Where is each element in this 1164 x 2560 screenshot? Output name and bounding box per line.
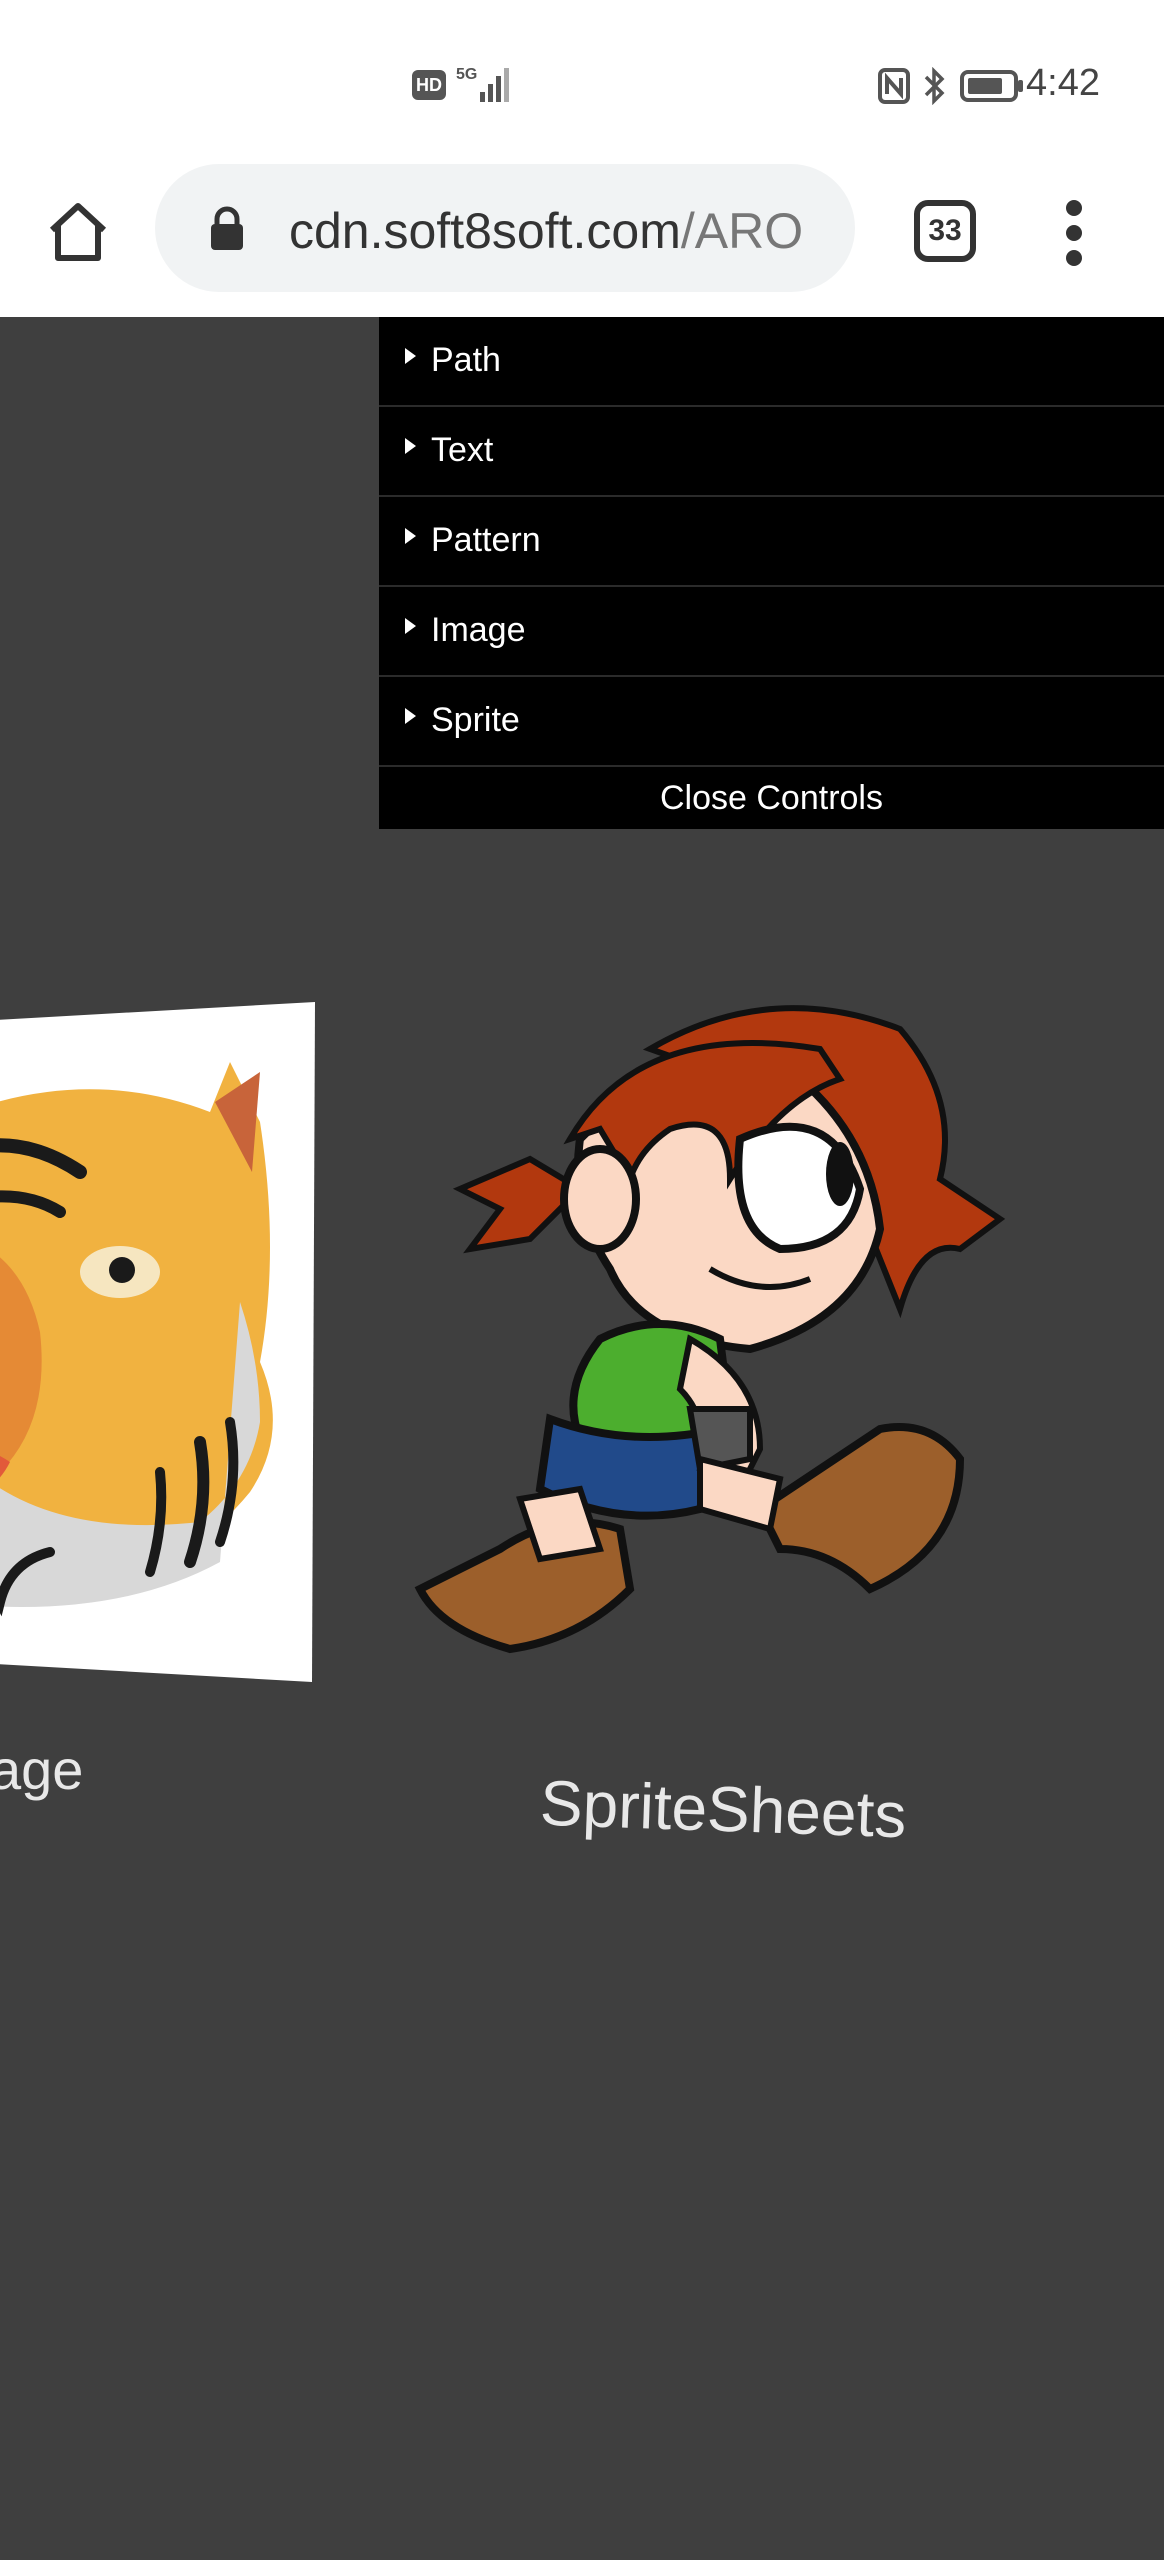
folder-pattern[interactable]: Pattern	[379, 497, 1164, 587]
expand-triangle-icon	[405, 708, 416, 724]
clock: 4:42	[1026, 62, 1100, 104]
image-caption: age	[0, 1738, 84, 1801]
folder-label: Sprite	[431, 701, 520, 739]
url-path: /ARO	[680, 203, 804, 258]
status-bar: HD 5G 4:42	[0, 0, 1164, 160]
bluetooth-icon	[924, 67, 945, 105]
signal-icon: 5G	[456, 66, 512, 104]
folder-image[interactable]: Image	[379, 587, 1164, 677]
tiger-image-plane	[0, 1002, 315, 1682]
expand-triangle-icon	[405, 438, 416, 454]
url-text[interactable]: cdn.soft8soft.com/ARO	[289, 202, 829, 258]
folder-label: Path	[431, 341, 501, 379]
folder-path[interactable]: Path	[379, 317, 1164, 407]
close-controls-button[interactable]: Close Controls	[379, 767, 1164, 829]
folder-label: Pattern	[431, 521, 541, 559]
address-bar[interactable]: cdn.soft8soft.com/ARO	[155, 164, 855, 292]
folder-sprite[interactable]: Sprite	[379, 677, 1164, 767]
status-icons	[878, 66, 1024, 106]
expand-triangle-icon	[405, 618, 416, 634]
url-domain: cdn.soft8soft.com	[289, 203, 681, 258]
spritesheets-caption: SpriteSheets	[538, 1766, 908, 1852]
more-menu-icon[interactable]	[1054, 200, 1094, 266]
running-character-sprite	[414, 1005, 1006, 1654]
expand-triangle-icon	[405, 348, 416, 364]
folder-label: Image	[431, 611, 526, 649]
network-type: 5G	[456, 66, 478, 83]
hd-badge: HD	[412, 70, 446, 100]
battery-icon	[960, 70, 1023, 102]
home-icon[interactable]	[44, 198, 112, 266]
controls-panel: Path Text Pattern Image Sprite Close Con…	[379, 317, 1164, 829]
nfc-icon	[878, 68, 910, 104]
webgl-canvas[interactable]: Path Text Pattern Image Sprite Close Con…	[0, 317, 1164, 2560]
expand-triangle-icon	[405, 528, 416, 544]
browser-toolbar: cdn.soft8soft.com/ARO 33	[0, 160, 1164, 317]
folder-label: Text	[431, 431, 494, 469]
folder-text[interactable]: Text	[379, 407, 1164, 497]
tab-switcher-button[interactable]: 33	[914, 200, 976, 262]
lock-icon[interactable]	[207, 206, 247, 252]
